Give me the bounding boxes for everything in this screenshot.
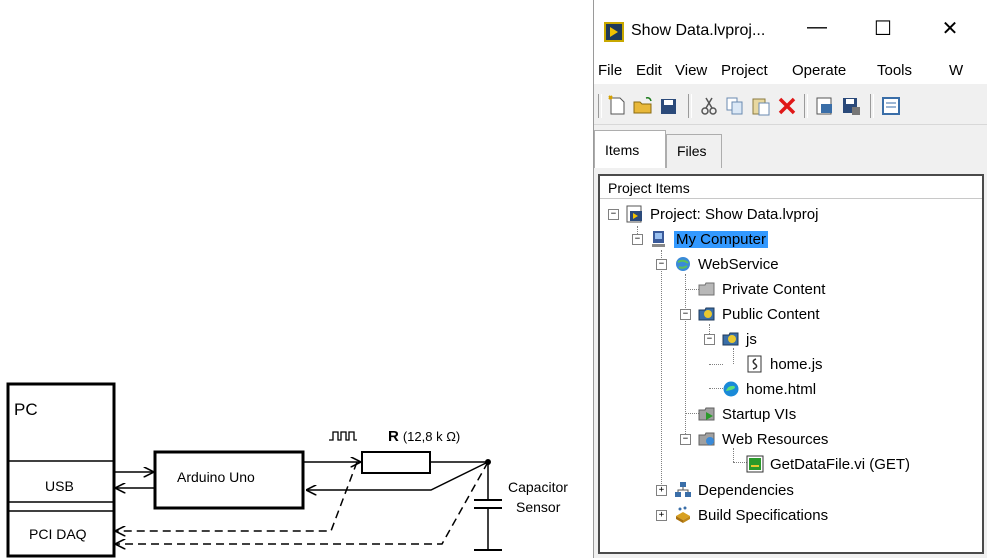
menu-edit[interactable]: Edit (636, 62, 662, 79)
menu-file[interactable]: File (598, 62, 622, 79)
tree-item-label: home.html (746, 381, 817, 398)
tree-header: Project Items (608, 180, 690, 196)
computer-icon (652, 231, 665, 247)
tree-item-label: Project: Show Data.lvproj (650, 206, 819, 223)
pci-daq-label: PCI DAQ (29, 526, 87, 542)
pulse-train-icon (329, 431, 357, 441)
tree-item-label: My Computer (674, 231, 769, 248)
build-spec-icon (676, 506, 690, 523)
tab-strip: Items Files (594, 128, 987, 168)
toolbar (594, 90, 987, 125)
tree-connector (685, 289, 699, 290)
tree-item-label: GetDataFile.vi (GET) (770, 456, 911, 473)
tree-item-label: WebService (698, 256, 779, 273)
tree-connector (685, 413, 699, 414)
menu-view[interactable]: View (675, 62, 707, 79)
collapse-toggle[interactable]: − (704, 334, 715, 345)
save-project-icon[interactable] (840, 95, 862, 117)
web-resources-icon (698, 432, 715, 446)
vi-icon (746, 455, 764, 473)
startup-vis-icon (698, 407, 715, 421)
resistor-label: R (12,8 k Ω) (388, 428, 460, 445)
toolbar-separator-3 (870, 94, 874, 118)
expand-toggle[interactable]: + (656, 510, 667, 521)
webservice-icon (676, 257, 690, 271)
menu-window[interactable]: W (949, 62, 963, 79)
pc-block: PC USB PCI DAQ (6, 382, 116, 558)
collapse-toggle[interactable]: − (632, 234, 643, 245)
public-folder-icon (698, 307, 715, 321)
toolbar-grip (598, 94, 602, 118)
add-to-project-icon[interactable] (814, 95, 836, 117)
arduino-block: Arduino Uno (153, 450, 305, 510)
public-folder-icon (722, 332, 739, 346)
minimize-button[interactable]: — (800, 16, 834, 39)
window-title: Show Data.lvproj... (631, 22, 766, 39)
collapse-toggle[interactable]: − (680, 434, 691, 445)
project-icon (626, 205, 642, 223)
circuit-diagram: PC USB PCI DAQ Arduino Uno R (12,8 k Ω) C… (6, 382, 568, 558)
toolbar-separator (688, 94, 692, 118)
resistor (361, 451, 431, 474)
save-all-icon[interactable] (658, 95, 680, 117)
tab-files[interactable]: Files (666, 134, 722, 168)
tree-item-label: home.js (770, 356, 823, 373)
project-tree: Project Items − Project: Show Data.lvpro… (598, 174, 984, 554)
pc-label: PC (14, 400, 38, 419)
dependencies-icon (675, 482, 691, 497)
script-file-icon (747, 355, 762, 373)
open-folder-icon[interactable] (632, 95, 654, 117)
tree-connector (733, 348, 734, 364)
tree-item-label: Build Specifications (698, 507, 829, 524)
delete-icon[interactable] (776, 95, 798, 117)
tree-connector (733, 462, 747, 463)
copy-icon[interactable] (724, 95, 746, 117)
toolbar-separator-2 (804, 94, 808, 118)
tree-connector (733, 448, 734, 462)
title-bar: Show Data.lvproj... — ☐ ✕ (594, 0, 987, 62)
tree-item-label: Dependencies (698, 482, 794, 499)
paste-icon[interactable] (750, 95, 772, 117)
menu-operate[interactable]: Operate (792, 62, 846, 79)
capacitor-label-line2: Sensor (516, 499, 561, 515)
tree-item-label: Public Content (722, 306, 820, 323)
collapse-toggle[interactable]: − (680, 309, 691, 320)
tree-connector (685, 274, 686, 434)
new-file-icon[interactable] (606, 95, 628, 117)
tree-item-label: Private Content (722, 281, 826, 298)
cut-icon[interactable] (698, 95, 720, 117)
collapse-toggle[interactable]: − (608, 209, 619, 220)
tab-items[interactable]: Items (594, 130, 666, 168)
feedback-wire (307, 461, 489, 490)
tree-item-label: Web Resources (722, 431, 829, 448)
arduino-label: Arduino Uno (177, 469, 255, 485)
labview-project-icon (604, 22, 624, 42)
view-icon[interactable] (880, 95, 902, 117)
tree-item-label: Startup VIs (722, 406, 797, 423)
menu-tools[interactable]: Tools (877, 62, 912, 79)
maximize-button[interactable]: ☐ (866, 16, 900, 41)
folder-icon (698, 282, 715, 296)
collapse-toggle[interactable]: − (656, 259, 667, 270)
menu-bar: File Edit View Project Operate Tools W (594, 62, 987, 84)
tree-item-label: js (746, 331, 757, 348)
expand-toggle[interactable]: + (656, 485, 667, 496)
usb-label: USB (45, 478, 74, 494)
tree-connector (709, 364, 723, 365)
capacitor-label-line1: Capacitor (508, 479, 568, 495)
close-button[interactable]: ✕ (933, 16, 967, 41)
edge-icon (723, 381, 739, 397)
tree-header-divider (600, 198, 982, 199)
tree-connector (709, 388, 723, 389)
project-explorer-window: Show Data.lvproj... — ☐ ✕ File Edit View… (593, 0, 987, 558)
tree-connector (661, 250, 662, 490)
menu-project[interactable]: Project (721, 62, 768, 79)
